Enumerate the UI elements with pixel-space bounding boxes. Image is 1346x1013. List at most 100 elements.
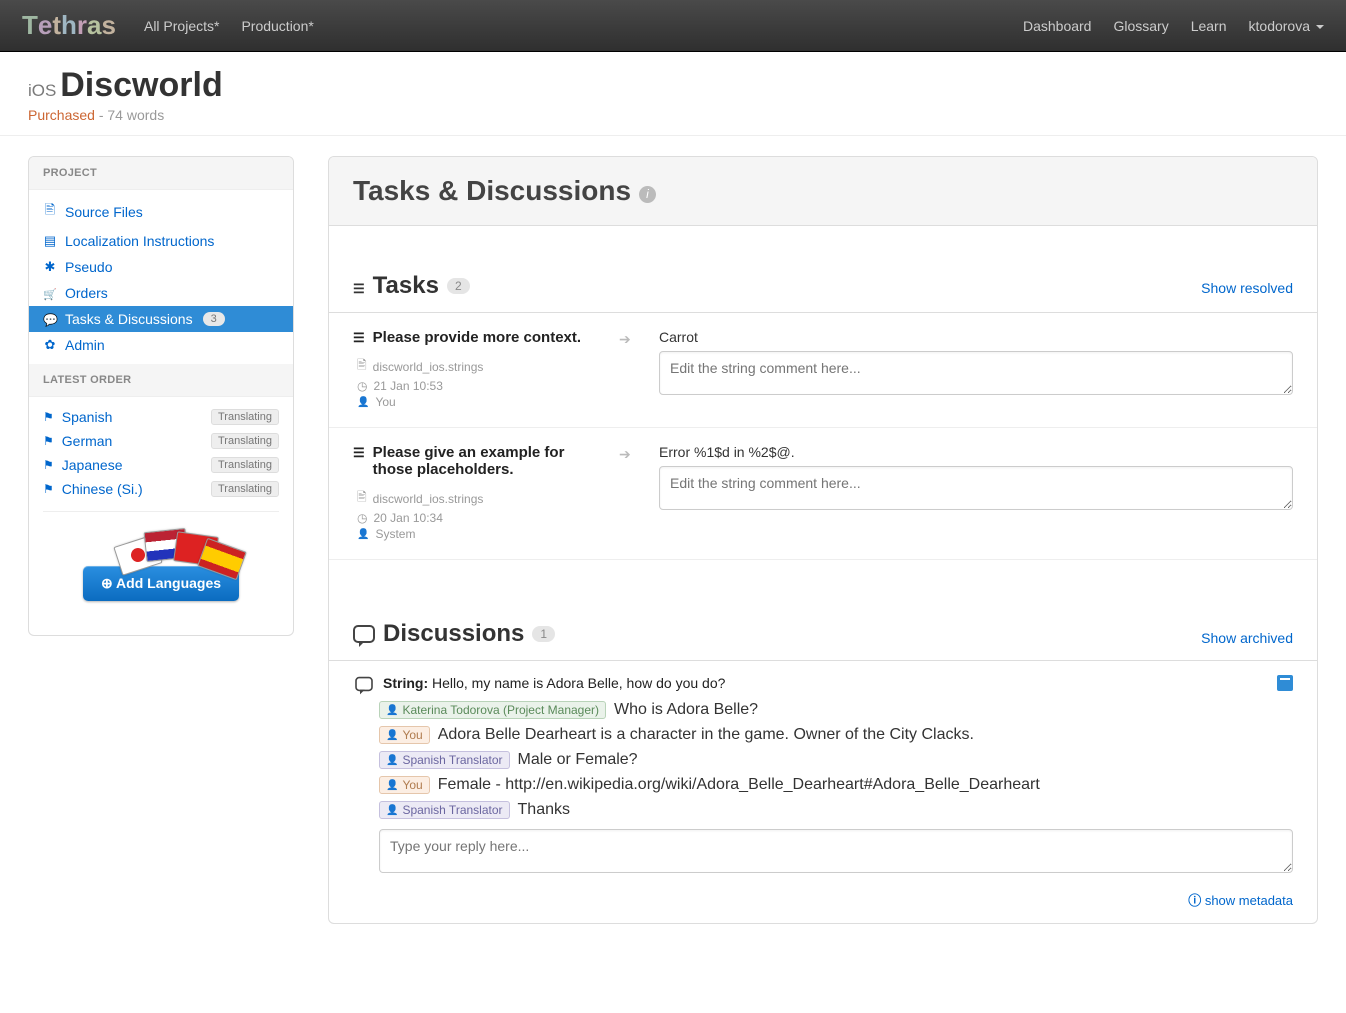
task-author: System — [375, 527, 415, 541]
plus-icon — [101, 575, 113, 591]
main-panel: Tasks & Discussions i Tasks 2 Show resol… — [328, 156, 1318, 924]
message-text: Male or Female? — [518, 751, 638, 769]
sidebar-project-list: Source Files Localization Instructions P… — [29, 190, 293, 364]
file-icon — [43, 201, 57, 223]
author-chip-translator: Spanish Translator — [379, 751, 510, 769]
task-file: discworld_ios.strings — [373, 492, 484, 506]
add-languages-label: Add Languages — [116, 575, 221, 591]
project-prefix: iOS — [28, 81, 56, 100]
discussion-message: You Female - http://en.wikipedia.org/wiki… — [379, 776, 1293, 794]
show-metadata-link[interactable]: show metadata — [1188, 893, 1293, 908]
message-text: Thanks — [518, 801, 570, 819]
discussions-count: 1 — [532, 626, 555, 642]
lang-status: Translating — [211, 481, 279, 497]
lang-row-japanese[interactable]: JapaneseTranslating — [43, 453, 279, 477]
sidebar-head-latest-order: LATEST ORDER — [29, 364, 293, 397]
lang-name: Chinese (Si.) — [62, 481, 211, 497]
tasks-title: Tasks — [373, 272, 439, 300]
task-title-text: Please provide more context. — [373, 329, 581, 346]
task-source-string: Carrot — [659, 329, 1293, 345]
task-comment-input[interactable] — [659, 466, 1293, 510]
author-chip-translator: Spanish Translator — [379, 801, 510, 819]
task-row: Please give an example for those placeho… — [329, 428, 1317, 560]
nav-glossary[interactable]: Glossary — [1113, 18, 1168, 34]
sidebar-item-admin[interactable]: Admin — [29, 332, 293, 358]
task-comment-input[interactable] — [659, 351, 1293, 395]
task-time: 21 Jan 10:53 — [373, 379, 442, 393]
user-icon — [357, 397, 369, 408]
flag-icon — [43, 458, 54, 472]
project-wordcount: 74 words — [107, 107, 164, 123]
list-icon — [353, 329, 365, 346]
chat-icon — [43, 312, 57, 327]
discussion-messages: Katerina Todorova (Project Manager) Who i… — [353, 701, 1293, 819]
tasks-count: 2 — [447, 278, 470, 294]
sidebar-item-badge: 3 — [203, 312, 225, 326]
task-row: Please provide more context. discworld_i… — [329, 313, 1317, 428]
flag-icon — [43, 410, 54, 424]
nav-dashboard[interactable]: Dashboard — [1023, 18, 1092, 34]
arrow-icon: ➔ — [619, 444, 639, 541]
info-icon[interactable]: i — [639, 186, 656, 203]
discussion-string: Hello, my name is Adora Belle, how do yo… — [432, 675, 725, 691]
tasks-section-bar: Tasks 2 Show resolved — [329, 226, 1317, 313]
clock-icon — [357, 379, 367, 393]
sidebar-item-orders[interactable]: Orders — [29, 280, 293, 306]
author-chip-pm: Katerina Todorova (Project Manager) — [379, 701, 606, 719]
lang-name: Spanish — [62, 409, 211, 425]
author-chip-you: You — [379, 776, 430, 794]
panel-head: Tasks & Discussions i — [329, 157, 1317, 226]
author-chip-you: You — [379, 726, 430, 744]
discussion-reply-input[interactable] — [379, 829, 1293, 873]
sidebar-latest-list: SpanishTranslating GermanTranslating Jap… — [29, 397, 293, 635]
list-icon — [353, 272, 365, 300]
show-archived-link[interactable]: Show archived — [1201, 630, 1293, 646]
nav-user-menu[interactable]: ktodorova — [1249, 18, 1324, 34]
sidebar-item-label: Pseudo — [65, 259, 112, 275]
discussions-section-bar: Discussions 1 Show archived — [329, 560, 1317, 661]
doc-icon — [43, 233, 57, 249]
lang-row-chinese[interactable]: Chinese (Si.)Translating — [43, 477, 279, 501]
lang-name: Japanese — [62, 457, 211, 473]
discussion-label: String: — [383, 675, 428, 691]
sidebar-item-tasks-discussions[interactable]: Tasks & Discussions 3 — [29, 306, 293, 332]
flags-illustration — [53, 526, 269, 572]
task-time: 20 Jan 10:34 — [373, 511, 442, 525]
cart-icon — [43, 286, 57, 301]
speech-icon — [355, 677, 373, 691]
nav-learn[interactable]: Learn — [1191, 18, 1227, 34]
sidebar-item-label: Admin — [65, 337, 105, 353]
sidebar-item-pseudo[interactable]: Pseudo — [29, 254, 293, 280]
brand-logo[interactable]: Tethras — [22, 10, 116, 41]
project-sep: - — [95, 107, 107, 123]
nav-production[interactable]: Production* — [241, 18, 313, 34]
lang-name: German — [62, 433, 211, 449]
lang-status: Translating — [211, 409, 279, 425]
message-text: Female - http://en.wikipedia.org/wiki/Ad… — [438, 776, 1040, 794]
file-icon — [357, 356, 367, 377]
discussion-message: Katerina Todorova (Project Manager) Who i… — [379, 701, 1293, 719]
discussions-title: Discussions — [383, 620, 524, 648]
sidebar-item-label: Source Files — [65, 204, 143, 220]
panel-title: Tasks & Discussions — [353, 175, 631, 206]
lang-row-german[interactable]: GermanTranslating — [43, 429, 279, 453]
sidebar-item-label: Tasks & Discussions — [65, 311, 193, 327]
message-text: Who is Adora Belle? — [614, 701, 758, 719]
project-status: Purchased — [28, 107, 95, 123]
sidebar-item-localization-instructions[interactable]: Localization Instructions — [29, 228, 293, 254]
task-source-string: Error %1$d in %2$@. — [659, 444, 1293, 460]
discussion-item: String: Hello, my name is Adora Belle, h… — [329, 661, 1317, 884]
user-icon — [357, 529, 369, 540]
sidebar-head-project: PROJECT — [29, 157, 293, 190]
nav-all-projects[interactable]: All Projects* — [144, 18, 219, 34]
discussion-message: Spanish Translator Thanks — [379, 801, 1293, 819]
asterisk-icon — [43, 259, 57, 275]
sidebar-item-source-files[interactable]: Source Files — [29, 196, 293, 228]
show-resolved-link[interactable]: Show resolved — [1201, 280, 1293, 296]
task-title-text: Please give an example for those placeho… — [373, 444, 599, 478]
task-author: You — [375, 395, 395, 409]
arrow-icon: ➔ — [619, 329, 639, 409]
lang-row-spanish[interactable]: SpanishTranslating — [43, 405, 279, 429]
flag-icon — [43, 434, 54, 448]
archive-icon[interactable] — [1277, 675, 1293, 691]
